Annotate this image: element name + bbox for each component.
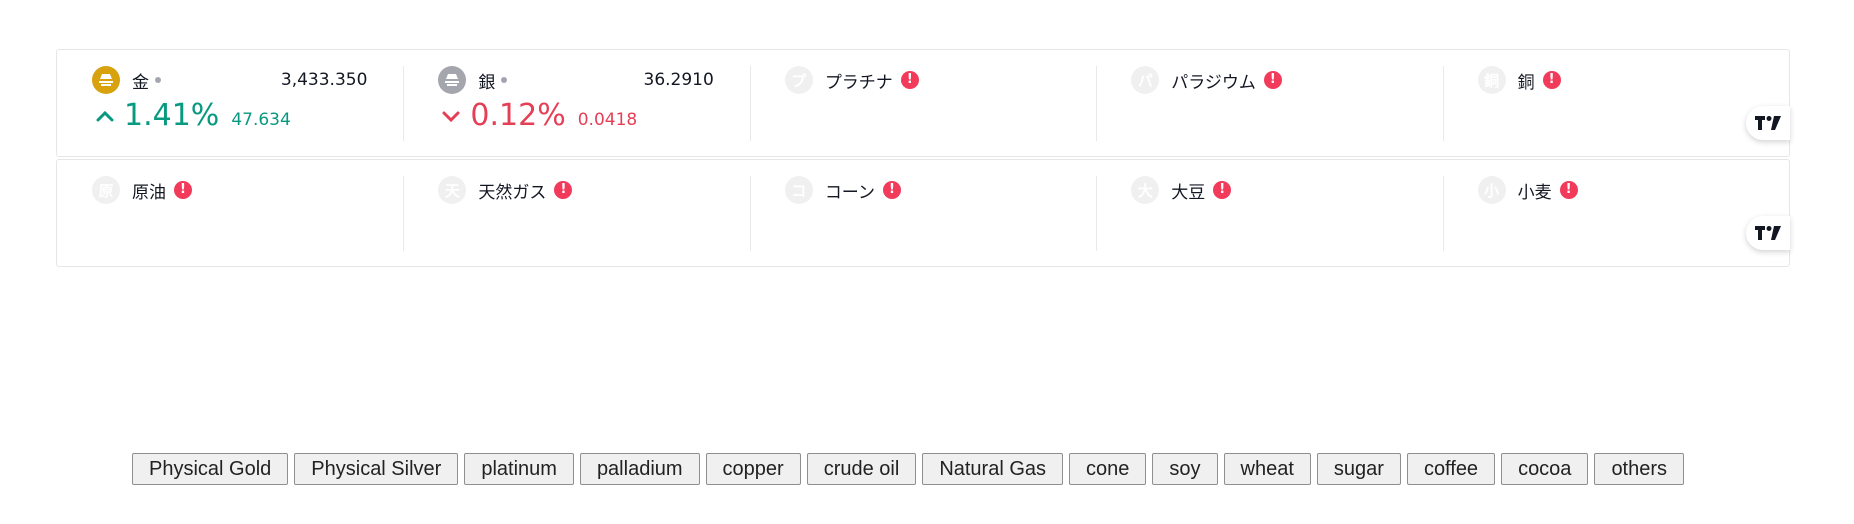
symbol-name: 原油 — [132, 182, 166, 203]
error-icon[interactable]: ! — [1542, 71, 1561, 89]
ticker-item-natural-gas[interactable]: 天 天然ガス ! — [403, 176, 749, 266]
gold-bar-icon — [92, 66, 120, 94]
symbol-name: 金 — [132, 72, 149, 93]
symbol-name: 天然ガス — [478, 182, 547, 203]
symbol-name: 銀 — [478, 72, 496, 93]
error-icon[interactable]: ! — [900, 71, 919, 89]
ticker-item-gold[interactable]: 金 3,433.350 1.41% 47.634 — [57, 66, 403, 156]
symbol-letter-icon: 銅 — [1477, 66, 1506, 94]
palladium-button[interactable]: palladium — [579, 453, 700, 485]
error-icon[interactable]: ! — [1213, 181, 1232, 199]
ticker-item-copper[interactable]: 銅 銅 ! — [1442, 66, 1789, 156]
ticker-item-corn[interactable]: コ コーン ! — [749, 176, 1096, 266]
last-price: 36.2910 — [643, 70, 714, 90]
symbol-name: 銅 — [1517, 72, 1535, 93]
symbol-letter-icon: 大 — [1131, 176, 1160, 204]
error-icon[interactable]: ! — [1559, 181, 1578, 199]
physical-gold-button[interactable]: Physical Gold — [132, 453, 289, 485]
error-icon[interactable]: ! — [1263, 71, 1282, 89]
symbol-name: コーン — [824, 182, 875, 203]
ticker-item-wheat[interactable]: 小 小麦 ! — [1442, 176, 1789, 266]
tradingview-logo-icon[interactable] — [1746, 106, 1790, 140]
error-icon[interactable]: ! — [174, 181, 192, 199]
ticker-item-palladium[interactable]: パ パラジウム ! — [1096, 66, 1442, 156]
symbol-name: パラジウム — [1171, 72, 1256, 93]
symbol-name: プラチナ — [824, 72, 893, 93]
others-button[interactable]: others — [1594, 453, 1685, 485]
symbol-name: 大豆 — [1171, 182, 1206, 203]
sugar-button[interactable]: sugar — [1316, 453, 1401, 485]
change-value: 47.634 — [231, 110, 291, 130]
ticker-tape-energy-agri: 原 原油 ! 天 天然ガス ! コ コーン ! 大 大豆 ! 小 小麦 ! — [56, 159, 1790, 267]
commodity-category-buttons: Physical Gold Physical Silver platinum p… — [132, 453, 1685, 485]
market-status-dot — [501, 77, 508, 83]
ticker-tape-metals: 金 3,433.350 1.41% 47.634 銀 36.2910 0.12%… — [56, 49, 1790, 157]
arrow-down-icon — [442, 111, 460, 122]
cocoa-button[interactable]: cocoa — [1501, 453, 1589, 485]
change-value: 0.0418 — [577, 110, 638, 130]
silver-bar-icon — [438, 66, 467, 94]
soy-button[interactable]: soy — [1152, 453, 1218, 485]
change-percent: 1.41% — [124, 98, 220, 133]
ticker-item-platinum[interactable]: プ プラチナ ! — [749, 66, 1096, 156]
symbol-letter-icon: 原 — [92, 176, 120, 204]
ticker-item-silver[interactable]: 銀 36.2910 0.12% 0.0418 — [403, 66, 749, 156]
ticker-item-soybean[interactable]: 大 大豆 ! — [1096, 176, 1442, 266]
ticker-item-crude-oil[interactable]: 原 原油 ! — [57, 176, 403, 266]
tradingview-logo-icon[interactable] — [1746, 216, 1790, 250]
platinum-button[interactable]: platinum — [464, 453, 574, 485]
symbol-letter-icon: 天 — [438, 176, 467, 204]
market-status-dot — [155, 77, 161, 83]
natural-gas-button[interactable]: Natural Gas — [922, 453, 1064, 485]
last-price: 3,433.350 — [280, 70, 368, 90]
symbol-letter-icon: プ — [784, 66, 813, 94]
change-percent: 0.12% — [470, 98, 566, 133]
crude-oil-button[interactable]: crude oil — [806, 453, 917, 485]
symbol-letter-icon: 小 — [1477, 176, 1506, 204]
error-icon[interactable]: ! — [554, 181, 573, 199]
coffee-button[interactable]: coffee — [1406, 453, 1496, 485]
error-icon[interactable]: ! — [882, 181, 901, 199]
wheat-button[interactable]: wheat — [1223, 453, 1311, 485]
cone-button[interactable]: cone — [1069, 453, 1147, 485]
symbol-name: 小麦 — [1517, 182, 1552, 203]
copper-button[interactable]: copper — [705, 453, 801, 485]
arrow-up-icon — [96, 110, 114, 121]
symbol-letter-icon: コ — [784, 176, 813, 204]
physical-silver-button[interactable]: Physical Silver — [294, 453, 459, 485]
symbol-letter-icon: パ — [1131, 66, 1160, 94]
